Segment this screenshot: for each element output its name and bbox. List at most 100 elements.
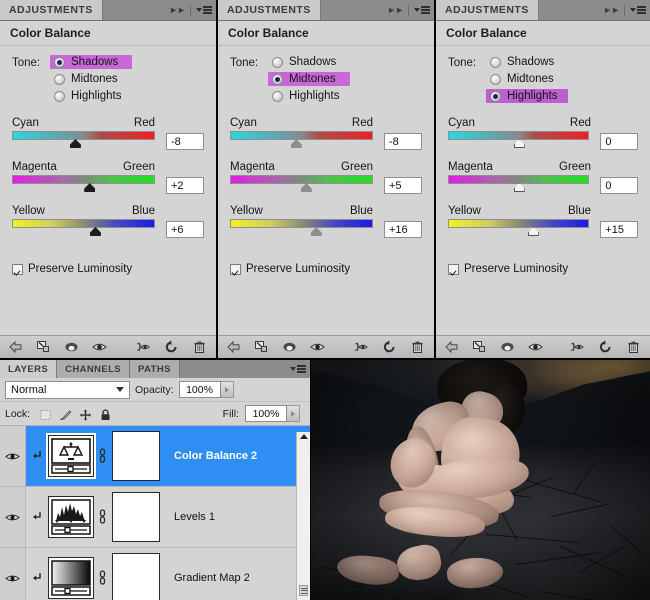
tone-option-highlights[interactable]: Highlights (486, 89, 568, 103)
toggle-mask-icon[interactable] (500, 340, 515, 354)
blend-mode-select[interactable]: Normal (5, 380, 130, 399)
preview-eye-icon[interactable] (92, 340, 107, 354)
slider-track[interactable] (448, 175, 590, 184)
checkbox-icon[interactable] (12, 263, 23, 275)
image-canvas[interactable] (311, 360, 650, 600)
slider-handle[interactable] (89, 227, 101, 236)
collapse-to-icons-icon[interactable]: ►► (169, 5, 186, 15)
slider-handle[interactable] (310, 227, 322, 236)
panel-menu-icon[interactable] (196, 6, 212, 14)
back-arrow-icon[interactable] (226, 340, 241, 354)
slider-handle[interactable] (513, 139, 525, 148)
preserve-luminosity-row[interactable]: Preserve Luminosity (0, 249, 216, 275)
delete-icon[interactable] (626, 340, 641, 354)
preview-previous-icon[interactable] (570, 340, 585, 354)
reset-icon[interactable] (598, 340, 613, 354)
panel-menu-icon[interactable] (630, 6, 646, 14)
panel-menu-icon[interactable] (290, 365, 306, 373)
fill-value[interactable]: 100% (245, 405, 287, 422)
slider-track[interactable] (230, 175, 373, 184)
slider-track[interactable] (448, 131, 590, 140)
back-arrow-icon[interactable] (8, 340, 23, 354)
tone-option-shadows[interactable]: Shadows (268, 55, 350, 69)
slider-track[interactable] (12, 175, 155, 184)
opacity-control[interactable]: 100% (178, 381, 234, 398)
slider-value-field[interactable]: 0 (600, 133, 638, 150)
reset-icon[interactable] (382, 340, 397, 354)
back-arrow-icon[interactable] (444, 340, 459, 354)
layers-panel-menu-icon[interactable] (290, 360, 306, 378)
tab-adjustments[interactable]: ADJUSTMENTS (436, 0, 539, 20)
slider-value-field[interactable]: -8 (384, 133, 422, 150)
slider-track[interactable] (12, 131, 155, 140)
preserve-luminosity-row[interactable]: Preserve Luminosity (218, 249, 434, 275)
layer-mask-thumbnail[interactable] (112, 553, 160, 600)
layers-scrollbar[interactable] (296, 432, 310, 600)
layer-link-icon[interactable] (94, 447, 110, 465)
tone-option-highlights[interactable]: Highlights (50, 89, 132, 103)
panel-menu-icon[interactable] (414, 6, 430, 14)
delete-icon[interactable] (410, 340, 425, 354)
checkbox-icon[interactable] (230, 263, 241, 275)
layer-thumbnail[interactable] (48, 496, 94, 538)
slider-value-field[interactable]: +16 (384, 221, 422, 238)
layer-mask-thumbnail[interactable] (112, 492, 160, 542)
fill-control[interactable]: 100% (245, 405, 300, 422)
slider-value-field[interactable]: +5 (384, 177, 422, 194)
tab-adjustments[interactable]: ADJUSTMENTS (0, 0, 103, 20)
slider-value-field[interactable]: +2 (166, 177, 204, 194)
slider-track[interactable] (230, 219, 373, 228)
slider-track[interactable] (448, 219, 590, 228)
slider-value-field[interactable]: 0 (600, 177, 638, 194)
preview-eye-icon[interactable] (310, 340, 325, 354)
preview-previous-icon[interactable] (354, 340, 369, 354)
clip-to-layer-icon[interactable] (254, 340, 269, 354)
preview-eye-icon[interactable] (528, 340, 543, 354)
lock-position-icon[interactable] (79, 408, 92, 421)
clip-to-layer-icon[interactable] (472, 340, 487, 354)
opacity-value[interactable]: 100% (178, 381, 221, 398)
layer-link-icon[interactable] (94, 508, 110, 526)
table-row[interactable]: Gradient Map 2 (0, 548, 310, 600)
tone-option-shadows[interactable]: Shadows (486, 55, 568, 69)
slider-handle[interactable] (300, 183, 312, 192)
scroll-up-icon[interactable] (300, 434, 308, 439)
slider-track[interactable] (12, 219, 155, 228)
tone-option-midtones[interactable]: Midtones (486, 72, 568, 86)
preview-previous-icon[interactable] (136, 340, 151, 354)
tab-paths[interactable]: PATHS (130, 360, 180, 378)
lock-transparent-pixels-icon[interactable] (39, 408, 52, 420)
fill-stepper[interactable] (287, 405, 300, 422)
tab-channels[interactable]: CHANNELS (57, 360, 131, 378)
slider-handle[interactable] (527, 227, 539, 236)
tab-layers[interactable]: LAYERS (0, 360, 58, 378)
reset-icon[interactable] (164, 340, 179, 354)
checkbox-icon[interactable] (448, 263, 459, 275)
slider-handle[interactable] (290, 139, 302, 148)
layer-thumbnail[interactable] (46, 433, 96, 479)
slider-handle[interactable] (69, 139, 81, 148)
slider-value-field[interactable]: +6 (166, 221, 204, 238)
slider-handle[interactable] (84, 183, 96, 192)
toggle-mask-icon[interactable] (282, 340, 297, 354)
tone-option-shadows[interactable]: Shadows (50, 55, 132, 69)
slider-value-field[interactable]: +15 (600, 221, 638, 238)
table-row[interactable]: Levels 1 (0, 487, 310, 548)
layer-link-icon[interactable] (94, 569, 110, 587)
tone-option-highlights[interactable]: Highlights (268, 89, 350, 103)
tab-adjustments[interactable]: ADJUSTMENTS (218, 0, 321, 20)
tone-option-midtones[interactable]: Midtones (50, 72, 132, 86)
layer-thumbnail[interactable] (48, 557, 94, 599)
lock-all-icon[interactable] (99, 408, 112, 420)
toggle-mask-icon[interactable] (64, 340, 79, 354)
lock-image-pixels-icon[interactable] (59, 408, 72, 420)
layer-visibility-toggle[interactable] (0, 426, 26, 486)
layer-visibility-toggle[interactable] (0, 548, 26, 600)
collapse-to-icons-icon[interactable]: ►► (387, 5, 404, 15)
layer-visibility-toggle[interactable] (0, 487, 26, 547)
clip-to-layer-icon[interactable] (36, 340, 51, 354)
slider-track[interactable] (230, 131, 373, 140)
preserve-luminosity-row[interactable]: Preserve Luminosity (436, 249, 650, 275)
table-row[interactable]: Color Balance 2 (0, 426, 310, 487)
resize-grip-icon[interactable] (299, 585, 308, 596)
